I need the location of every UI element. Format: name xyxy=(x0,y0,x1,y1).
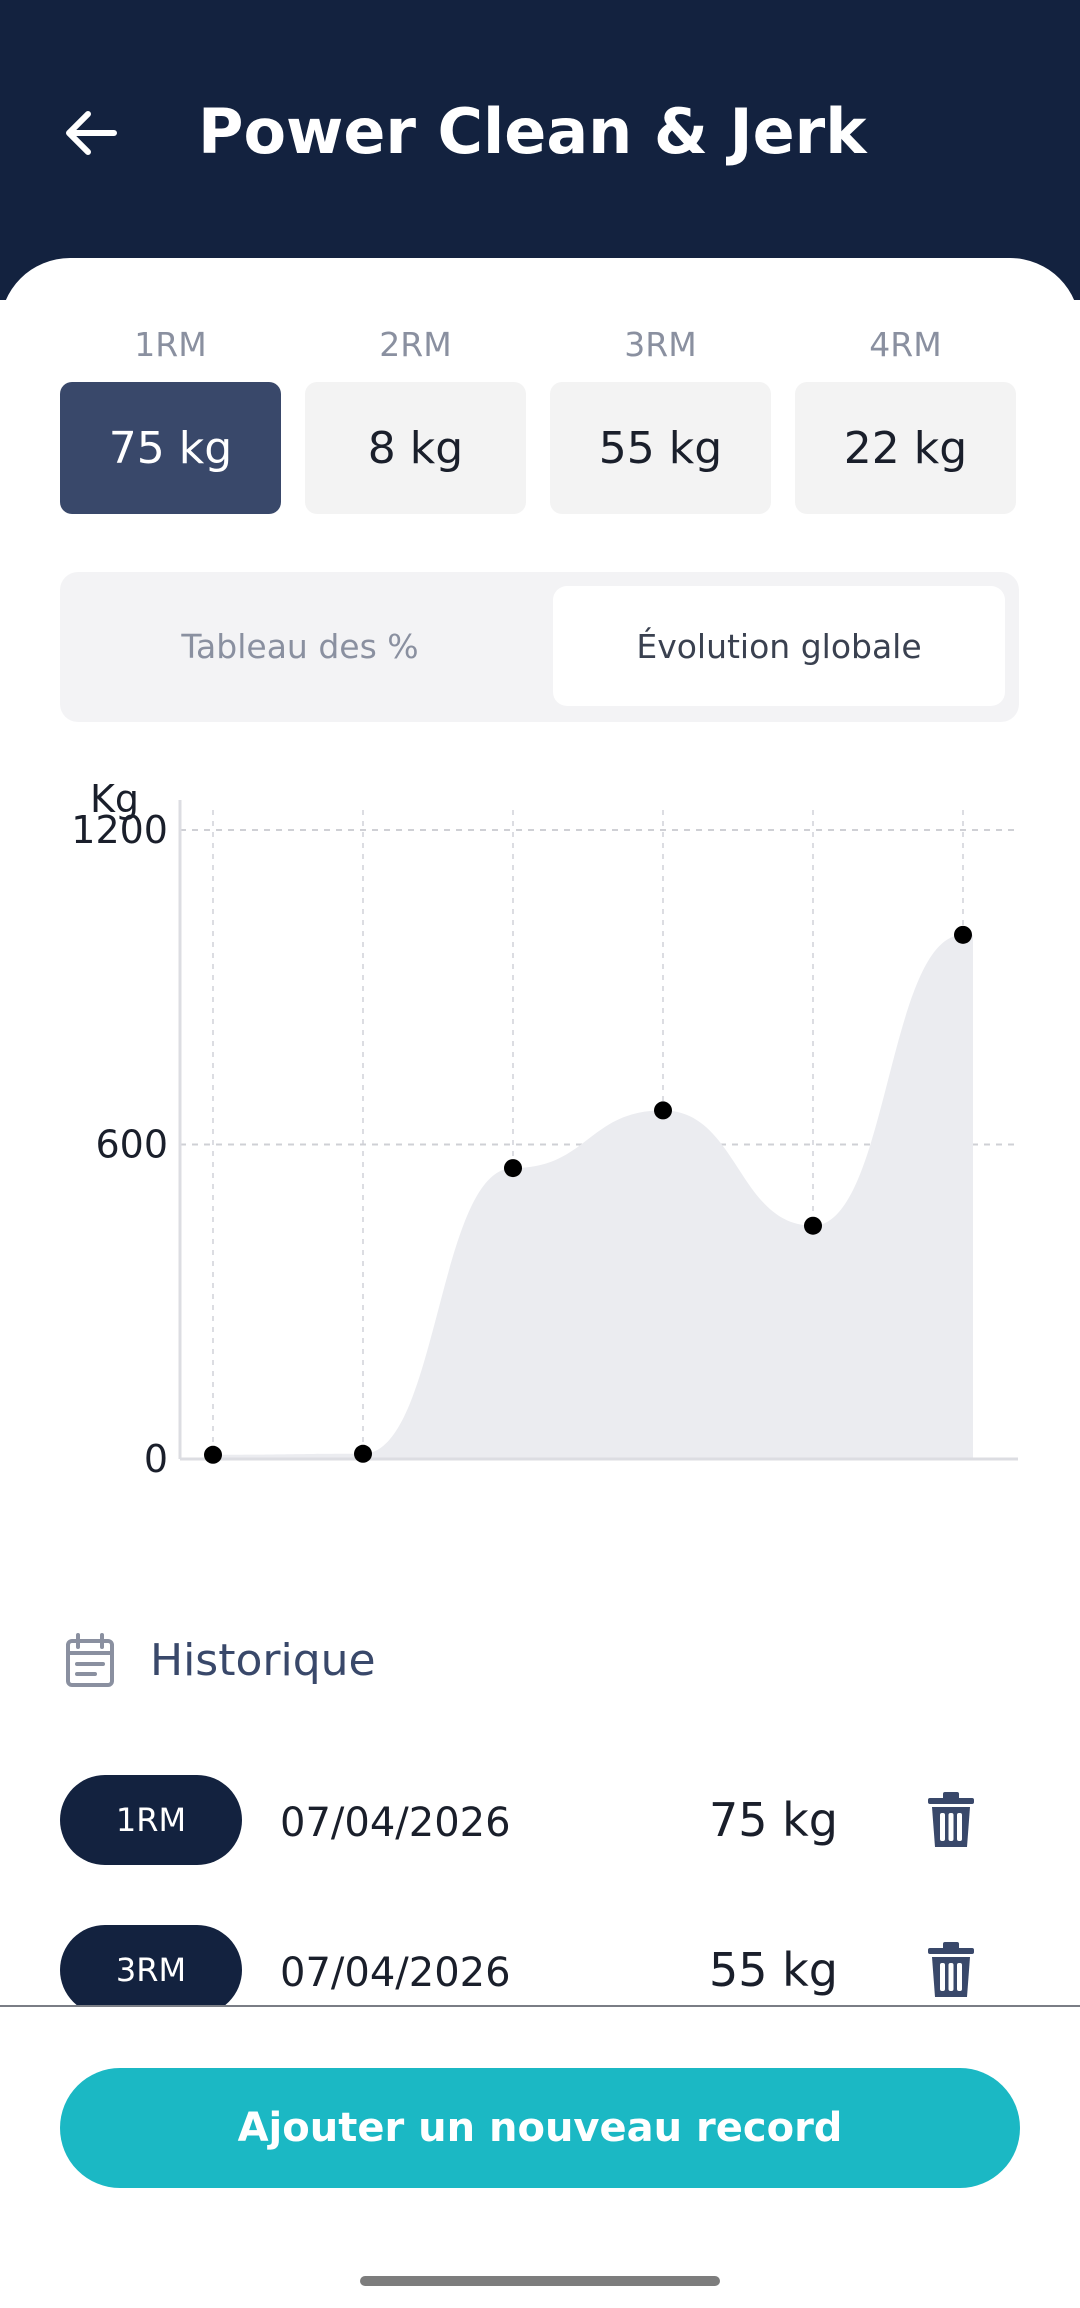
evolution-chart: 06001200Kg xyxy=(71,777,1018,1481)
trash-icon xyxy=(928,1792,974,1847)
rm-value-button[interactable]: 8 kg xyxy=(305,382,526,514)
rm-label: 2RM xyxy=(379,325,452,364)
view-segmented-control: Tableau des % Évolution globale xyxy=(60,572,1019,722)
y-tick-label: 0 xyxy=(144,1437,168,1481)
history-date: 07/04/2026 xyxy=(280,1950,511,1996)
calendar-icon xyxy=(66,1633,114,1687)
rm-label: 1RM xyxy=(134,325,207,364)
data-point xyxy=(654,1101,672,1120)
header-bar: Power Clean & Jerk xyxy=(0,0,1080,300)
data-point xyxy=(954,925,972,944)
rm-value-button[interactable]: 55 kg xyxy=(550,382,771,514)
rm-value-button[interactable]: 75 kg xyxy=(60,382,281,514)
rm-tag-badge: 1RM xyxy=(60,1775,242,1865)
delete-button[interactable] xyxy=(914,1933,988,2007)
y-tick-label: 600 xyxy=(95,1123,168,1167)
rm-value-button[interactable]: 22 kg xyxy=(795,382,1016,514)
history-value: 75 kg xyxy=(709,1793,838,1847)
trash-icon xyxy=(928,1942,974,1997)
rm-stat-1: 1RM 75 kg xyxy=(60,320,281,514)
data-point xyxy=(504,1159,522,1178)
history-title: Historique xyxy=(150,1635,376,1686)
home-indicator[interactable] xyxy=(360,2276,720,2286)
rm-label: 4RM xyxy=(869,325,942,364)
history-value: 55 kg xyxy=(709,1943,838,1997)
rm-stat-2: 2RM 8 kg xyxy=(305,320,526,514)
rm-stat-4: 4RM 22 kg xyxy=(795,320,1016,514)
y-axis-label: Kg xyxy=(90,777,139,821)
data-point xyxy=(204,1445,222,1464)
tab-percentage-table[interactable]: Tableau des % xyxy=(74,586,526,706)
history-date: 07/04/2026 xyxy=(280,1800,511,1846)
tab-global-evolution[interactable]: Évolution globale xyxy=(553,586,1005,706)
history-header: Historique xyxy=(60,1628,376,1694)
add-record-button[interactable]: Ajouter un nouveau record xyxy=(60,2068,1020,2188)
history-row: 1RM 07/04/2026 75 kg xyxy=(60,1775,1020,1867)
arrow-left-icon xyxy=(66,111,117,155)
back-button[interactable] xyxy=(56,98,126,168)
rm-tag-badge: 3RM xyxy=(60,1925,242,2015)
rm-stat-3: 3RM 55 kg xyxy=(550,320,771,514)
delete-button[interactable] xyxy=(914,1783,988,1857)
chart-area xyxy=(213,934,973,1459)
history-row: 3RM 07/04/2026 55 kg xyxy=(60,1925,1020,2017)
page-title: Power Clean & Jerk xyxy=(198,95,867,168)
data-point xyxy=(354,1444,372,1463)
rm-label: 3RM xyxy=(624,325,697,364)
data-point xyxy=(804,1216,822,1235)
